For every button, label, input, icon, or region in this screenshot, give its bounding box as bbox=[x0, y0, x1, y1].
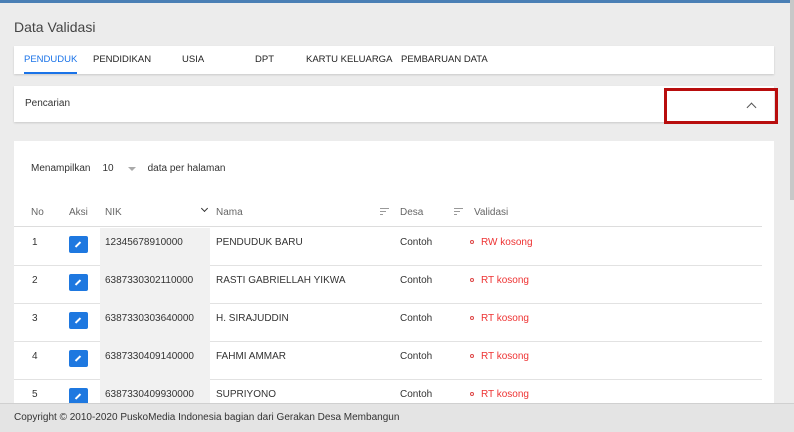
tab-kartu-keluarga[interactable]: KARTU KELUARGA bbox=[306, 46, 392, 74]
tab-pembaruan-data[interactable]: PEMBARUAN DATA bbox=[401, 46, 488, 74]
edit-button[interactable] bbox=[69, 236, 88, 253]
row-nama: FAHMI AMMAR bbox=[216, 351, 287, 362]
row-validasi: RT kosong bbox=[470, 351, 529, 362]
circle-bullet-icon bbox=[470, 316, 474, 321]
column-header-nik[interactable]: NIK bbox=[105, 207, 122, 218]
row-validasi: RT kosong bbox=[470, 275, 529, 286]
pencil-icon bbox=[74, 241, 82, 248]
edit-button[interactable] bbox=[69, 312, 88, 329]
tab-bar: PENDUDUK PENDIDIKAN USIA DPT KARTU KELUA… bbox=[14, 46, 774, 74]
table-row: 2 6387330302110000 RASTI GABRIELLAH YIKW… bbox=[14, 266, 762, 304]
row-validasi: RT kosong bbox=[470, 313, 529, 324]
row-nik: 6387330409930000 bbox=[105, 389, 194, 400]
table-row: 3 6387330303640000 H. SIRAJUDDIN Contoh … bbox=[14, 304, 762, 342]
tab-dpt[interactable]: DPT bbox=[255, 46, 274, 74]
row-nama: H. SIRAJUDDIN bbox=[216, 313, 289, 324]
row-desa: Contoh bbox=[400, 351, 433, 362]
row-nik: 6387330302110000 bbox=[105, 275, 194, 286]
pencil-icon bbox=[74, 317, 82, 324]
row-no: 3 bbox=[32, 313, 38, 324]
circle-bullet-icon bbox=[470, 392, 474, 397]
caret-down-icon bbox=[127, 166, 136, 171]
row-desa: Contoh bbox=[400, 237, 433, 248]
edit-button[interactable] bbox=[69, 274, 88, 291]
row-nama: SUPRIYONO bbox=[216, 389, 277, 400]
search-panel: Pencarian bbox=[14, 86, 778, 124]
row-no: 1 bbox=[32, 237, 38, 248]
table-row: 4 6387330409140000 FAHMI AMMAR Contoh RT… bbox=[14, 342, 762, 380]
pencil-icon bbox=[74, 393, 82, 400]
sort-desc-icon[interactable] bbox=[200, 204, 209, 213]
column-header-validasi: Validasi bbox=[474, 207, 509, 218]
tab-penduduk[interactable]: PENDUDUK bbox=[24, 46, 78, 74]
validasi-text: RT kosong bbox=[481, 351, 529, 362]
validasi-text: RT kosong bbox=[481, 389, 529, 400]
top-accent-bar bbox=[0, 0, 794, 3]
circle-bullet-icon bbox=[470, 278, 474, 283]
row-no: 4 bbox=[32, 351, 38, 362]
page-size-prefix: Menampilkan bbox=[31, 163, 91, 174]
table-header: No Aksi NIK Nama Desa Validasi bbox=[14, 201, 762, 227]
chevron-up-icon bbox=[746, 102, 757, 113]
page-size-control: Menampilkan 10 data per halaman bbox=[31, 163, 225, 174]
validasi-text: RW kosong bbox=[481, 237, 533, 248]
page-footer: Copyright © 2010-2020 PuskoMedia Indones… bbox=[0, 403, 794, 432]
page-title: Data Validasi bbox=[14, 19, 96, 35]
tab-usia[interactable]: USIA bbox=[182, 46, 204, 74]
row-nik: 6387330409140000 bbox=[105, 351, 194, 362]
row-nama: PENDUDUK BARU bbox=[216, 237, 303, 248]
column-header-no: No bbox=[31, 207, 44, 218]
page-size-suffix: data per halaman bbox=[147, 163, 226, 174]
pencil-icon bbox=[74, 279, 82, 286]
edit-button[interactable] bbox=[69, 350, 88, 367]
search-panel-title: Pencarian bbox=[25, 98, 71, 109]
column-header-nama[interactable]: Nama bbox=[216, 207, 243, 218]
search-collapse-toggle[interactable] bbox=[664, 88, 778, 124]
table-row: 1 12345678910000 PENDUDUK BARU Contoh RW… bbox=[14, 228, 762, 266]
circle-bullet-icon bbox=[470, 240, 474, 245]
pencil-icon bbox=[74, 355, 82, 362]
row-validasi: RW kosong bbox=[470, 237, 533, 248]
row-nik: 12345678910000 bbox=[105, 237, 183, 248]
row-nik: 6387330303640000 bbox=[105, 313, 194, 324]
sort-icon[interactable] bbox=[380, 208, 389, 215]
row-desa: Contoh bbox=[400, 389, 433, 400]
window-scrollbar[interactable] bbox=[790, 0, 794, 200]
page-size-value: 10 bbox=[102, 163, 114, 174]
row-no: 5 bbox=[32, 389, 38, 400]
circle-bullet-icon bbox=[470, 354, 474, 359]
row-desa: Contoh bbox=[400, 275, 433, 286]
data-table-card: Menampilkan 10 data per halaman No Aksi … bbox=[14, 141, 774, 411]
row-nama: RASTI GABRIELLAH YIKWA bbox=[216, 275, 346, 286]
validasi-text: RT kosong bbox=[481, 275, 529, 286]
column-header-desa[interactable]: Desa bbox=[400, 207, 423, 218]
row-no: 2 bbox=[32, 275, 38, 286]
sort-icon[interactable] bbox=[454, 208, 463, 215]
row-desa: Contoh bbox=[400, 313, 433, 324]
row-validasi: RT kosong bbox=[470, 389, 529, 400]
column-header-aksi: Aksi bbox=[69, 207, 88, 218]
tab-pendidikan[interactable]: PENDIDIKAN bbox=[93, 46, 151, 74]
validasi-text: RT kosong bbox=[481, 313, 529, 324]
page-size-select[interactable]: 10 bbox=[102, 163, 147, 174]
